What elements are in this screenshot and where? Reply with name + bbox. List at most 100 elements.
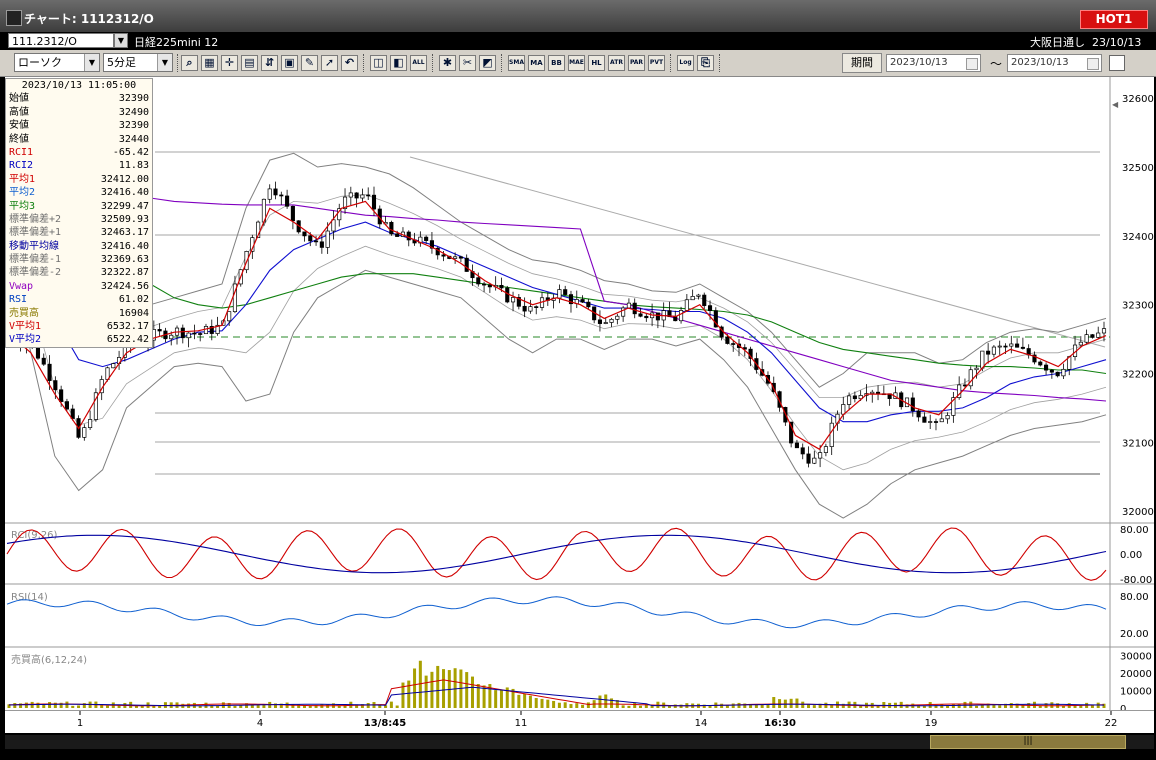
candle[interactable] <box>435 246 440 260</box>
candle[interactable] <box>1078 336 1083 347</box>
volume-bar[interactable] <box>337 705 341 708</box>
candle[interactable] <box>1055 371 1060 378</box>
volume-bar[interactable] <box>494 690 498 708</box>
candle[interactable] <box>615 313 620 325</box>
date-to-input[interactable]: 2023/10/13 <box>1007 54 1102 72</box>
volume-bar[interactable] <box>540 698 544 708</box>
volume-bar[interactable] <box>575 703 579 708</box>
candle[interactable] <box>1020 337 1025 350</box>
all-tool-button[interactable]: ALL <box>410 55 427 71</box>
volume-bar[interactable] <box>789 698 793 708</box>
candle[interactable] <box>875 385 881 401</box>
volume-bar[interactable] <box>436 665 440 708</box>
volume-bar[interactable] <box>598 695 602 708</box>
zoom-tool-button[interactable]: zoom⌕ <box>181 55 198 71</box>
candle[interactable] <box>342 188 348 214</box>
box1-tool-button[interactable]: box1◫ <box>370 55 387 71</box>
scroll-grip-icon[interactable]: ||| <box>1021 736 1035 748</box>
box2-tool-button[interactable]: box2◧ <box>390 55 407 71</box>
candle[interactable] <box>302 231 307 242</box>
symbol-dropdown-button[interactable]: ▼ <box>114 33 128 48</box>
candle[interactable] <box>279 191 284 205</box>
candle[interactable] <box>1061 363 1066 380</box>
interval-select[interactable]: 5分足 ▼ <box>103 53 173 72</box>
candle[interactable] <box>621 305 626 322</box>
volume-bar[interactable] <box>430 671 434 708</box>
volume-bar[interactable] <box>772 697 776 708</box>
candle[interactable] <box>273 181 278 200</box>
candle[interactable] <box>186 332 191 348</box>
candle[interactable] <box>93 388 98 422</box>
volume-bar[interactable] <box>1009 703 1013 708</box>
candle[interactable] <box>418 231 423 247</box>
volume-bar[interactable] <box>627 705 631 708</box>
volume-bar[interactable] <box>639 705 643 708</box>
candle[interactable] <box>951 391 956 423</box>
volume-bar[interactable] <box>465 672 469 708</box>
candle[interactable] <box>609 317 614 328</box>
volume-bar[interactable] <box>546 699 550 708</box>
candle[interactable] <box>285 189 290 209</box>
candle[interactable] <box>667 301 672 318</box>
candle[interactable] <box>493 276 498 291</box>
candle[interactable] <box>945 412 950 424</box>
volume-bar[interactable] <box>233 705 237 708</box>
candle[interactable] <box>928 414 933 430</box>
candle[interactable] <box>1015 338 1020 348</box>
candle[interactable] <box>632 298 637 319</box>
candle[interactable] <box>389 220 394 236</box>
candle[interactable] <box>337 203 342 227</box>
draw-tool-button[interactable]: draw✎ <box>301 55 318 71</box>
volume-bar[interactable] <box>621 705 625 708</box>
volume-bar[interactable] <box>581 704 585 708</box>
candle[interactable] <box>563 285 568 296</box>
volume-bar[interactable] <box>499 689 503 708</box>
candle[interactable] <box>464 254 469 272</box>
candle[interactable] <box>41 353 46 366</box>
volume-bar[interactable] <box>517 694 521 708</box>
volume-bar[interactable] <box>250 705 254 708</box>
volume-bar[interactable] <box>586 702 590 708</box>
volume-bar[interactable] <box>470 676 474 708</box>
panel-tool-button[interactable]: panel▤ <box>241 55 258 71</box>
volume-bar[interactable] <box>720 703 724 708</box>
volume-bar[interactable] <box>326 704 330 708</box>
volume-bar[interactable] <box>940 704 944 708</box>
candle[interactable] <box>916 408 921 422</box>
bb-tool-button[interactable]: bb⇵ <box>261 55 278 71</box>
copy-tool-button[interactable]: copy⎘ <box>697 55 714 71</box>
candle[interactable] <box>997 340 1002 355</box>
par-tool-button[interactable]: PAR <box>628 55 645 71</box>
symbol-code-input[interactable]: 111.2312/O <box>8 33 114 48</box>
volume-bar[interactable] <box>998 705 1002 708</box>
volume-bar[interactable] <box>407 680 411 708</box>
candle[interactable] <box>290 205 295 230</box>
candle[interactable] <box>1044 362 1049 375</box>
calc-tool-button[interactable]: calc▣ <box>281 55 298 71</box>
volume-bar[interactable] <box>708 705 712 708</box>
candle[interactable] <box>626 298 631 309</box>
volume-bar[interactable] <box>795 698 799 708</box>
candle[interactable] <box>157 323 162 337</box>
volume-bar[interactable] <box>975 705 979 708</box>
volume-bar[interactable] <box>13 702 17 708</box>
candle[interactable] <box>88 410 93 430</box>
volume-bar[interactable] <box>1032 701 1036 708</box>
period-button[interactable]: 期間 <box>842 53 882 73</box>
candle[interactable] <box>586 298 591 310</box>
candle[interactable] <box>661 302 666 328</box>
volume-bar[interactable] <box>71 705 75 708</box>
volume-bar[interactable] <box>389 701 393 708</box>
select-tool-button[interactable]: select➚ <box>321 55 338 71</box>
candle[interactable] <box>986 343 991 364</box>
chart-area[interactable]: 32600 32500 32400 32300 32200 32100 32000 ◀ 80.0… <box>5 77 1154 715</box>
candle[interactable] <box>545 292 550 306</box>
candle[interactable] <box>354 192 359 208</box>
bb-tool-button[interactable]: BB <box>548 55 565 71</box>
volume-bar[interactable] <box>754 704 758 708</box>
candle[interactable] <box>1101 321 1107 342</box>
log-tool-button[interactable]: Log <box>677 55 694 71</box>
candle[interactable] <box>696 293 701 300</box>
candle[interactable] <box>881 385 886 396</box>
candle[interactable] <box>1009 335 1014 354</box>
